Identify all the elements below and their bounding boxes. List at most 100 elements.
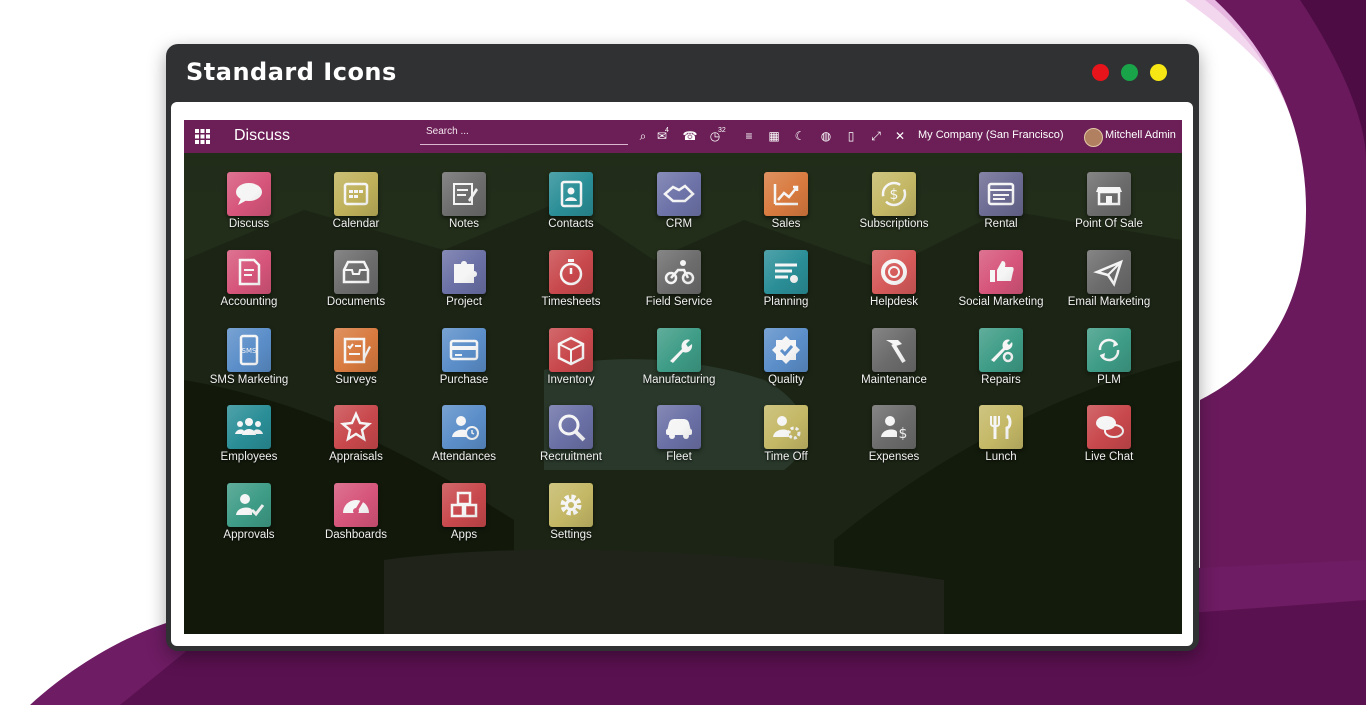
cycle-icon[interactable]	[1087, 328, 1131, 372]
close-icon[interactable]: ✕	[892, 128, 908, 144]
expand-icon[interactable]: ⤢	[868, 128, 884, 144]
app-tile-maintenance[interactable]: Maintenance	[839, 328, 949, 400]
app-tile-point-of-sale[interactable]: Point Of Sale	[1054, 172, 1164, 244]
magnifier-icon[interactable]	[549, 405, 593, 449]
minimize-dot[interactable]	[1121, 64, 1138, 81]
user-menu[interactable]: Mitchell Admin	[1105, 129, 1176, 141]
handshake-icon[interactable]	[657, 172, 701, 216]
invoice-icon[interactable]	[227, 250, 271, 294]
cutlery-icon[interactable]	[979, 405, 1023, 449]
user-gear-icon[interactable]	[764, 405, 808, 449]
chat-bubbles-icon[interactable]	[1087, 405, 1131, 449]
app-tile-purchase[interactable]: Purchase	[409, 328, 519, 400]
dark-mode-icon[interactable]: ☾	[792, 128, 808, 144]
app-tile-recruitment[interactable]: Recruitment	[516, 405, 626, 477]
wrench-icon[interactable]	[657, 328, 701, 372]
app-tile-sms-marketing[interactable]: SMS SMS Marketing	[194, 328, 304, 400]
app-tile-contacts[interactable]: Contacts	[516, 172, 626, 244]
planning-icon[interactable]	[764, 250, 808, 294]
user-check-icon[interactable]	[227, 483, 271, 527]
app-tile-documents[interactable]: Documents	[301, 250, 411, 322]
app-tile-calendar[interactable]: Calendar	[301, 172, 411, 244]
cubes-icon[interactable]	[442, 483, 486, 527]
app-tile-manufacturing[interactable]: Manufacturing	[624, 328, 734, 400]
app-tile-accounting[interactable]: Accounting	[194, 250, 304, 322]
app-tile-quality[interactable]: Quality	[731, 328, 841, 400]
bookmark-icon[interactable]: ▯	[843, 128, 859, 144]
app-tile-sales[interactable]: Sales	[731, 172, 841, 244]
puzzle-icon[interactable]	[442, 250, 486, 294]
app-tile-approvals[interactable]: Approvals	[194, 483, 304, 555]
app-tile-inventory[interactable]: Inventory	[516, 328, 626, 400]
sms-phone-icon[interactable]: SMS	[227, 328, 271, 372]
app-tile-timesheets[interactable]: Timesheets	[516, 250, 626, 322]
app-tile-social-marketing[interactable]: Social Marketing	[946, 250, 1056, 322]
app-tile-project[interactable]: Project	[409, 250, 519, 322]
app-tile-crm[interactable]: CRM	[624, 172, 734, 244]
thumbs-up-icon[interactable]	[979, 250, 1023, 294]
company-switcher[interactable]: My Company (San Francisco)	[918, 129, 1064, 141]
app-tile-plm[interactable]: PLM	[1054, 328, 1164, 400]
app-tile-apps[interactable]: Apps	[409, 483, 519, 555]
motorbike-icon[interactable]	[657, 250, 701, 294]
globe-icon[interactable]: ◍	[818, 128, 834, 144]
app-tile-discuss[interactable]: Discuss	[194, 172, 304, 244]
stopwatch-icon[interactable]	[549, 250, 593, 294]
user-clock-icon[interactable]	[442, 405, 486, 449]
app-tile-dashboards[interactable]: Dashboards	[301, 483, 411, 555]
app-tile-attendances[interactable]: Attendances	[409, 405, 519, 477]
app-tile-live-chat[interactable]: Live Chat	[1054, 405, 1164, 477]
app-tile-repairs[interactable]: Repairs	[946, 328, 1056, 400]
app-tile-settings[interactable]: Settings	[516, 483, 626, 555]
app-tile-employees[interactable]: Employees	[194, 405, 304, 477]
app-tile-surveys[interactable]: Surveys	[301, 328, 411, 400]
app-tile-fleet[interactable]: Fleet	[624, 405, 734, 477]
avatar[interactable]	[1084, 128, 1103, 147]
chat-icon[interactable]: ✉ 4	[654, 127, 670, 144]
survey-icon[interactable]	[334, 328, 378, 372]
app-tile-rental[interactable]: Rental	[946, 172, 1056, 244]
box-icon[interactable]	[549, 328, 593, 372]
app-menu-icon[interactable]	[195, 129, 210, 144]
phone-icon[interactable]: ☎	[682, 128, 698, 144]
search-icon[interactable]: ⌕	[635, 128, 651, 144]
app-tile-field-service[interactable]: Field Service	[624, 250, 734, 322]
app-tile-time-off[interactable]: Time Off	[731, 405, 841, 477]
app-tile-appraisals[interactable]: Appraisals	[301, 405, 411, 477]
current-app-name[interactable]: Discuss	[234, 127, 290, 145]
address-book-icon[interactable]	[549, 172, 593, 216]
app-tile-lunch[interactable]: Lunch	[946, 405, 1056, 477]
app-tile-helpdesk[interactable]: Helpdesk	[839, 250, 949, 322]
chart-up-icon[interactable]	[764, 172, 808, 216]
car-icon[interactable]	[657, 405, 701, 449]
app-tile-planning[interactable]: Planning	[731, 250, 841, 322]
chat-bubble-icon[interactable]	[227, 172, 271, 216]
notes-icon[interactable]	[442, 172, 486, 216]
dollar-cycle-icon[interactable]: $	[872, 172, 916, 216]
lifebuoy-icon[interactable]	[872, 250, 916, 294]
list-icon[interactable]: ≡	[741, 128, 757, 144]
app-tile-expenses[interactable]: $ Expenses	[839, 405, 949, 477]
app-tile-notes[interactable]: Notes	[409, 172, 519, 244]
search-input[interactable]: Search ...	[420, 124, 628, 145]
app-tile-subscriptions[interactable]: $ Subscriptions	[839, 172, 949, 244]
maximize-dot[interactable]	[1150, 64, 1167, 81]
paper-plane-icon[interactable]	[1087, 250, 1131, 294]
calendar-icon[interactable]	[334, 172, 378, 216]
app-tile-email-marketing[interactable]: Email Marketing	[1054, 250, 1164, 322]
star-icon[interactable]	[334, 405, 378, 449]
credit-card-icon[interactable]	[442, 328, 486, 372]
gear-icon[interactable]	[549, 483, 593, 527]
hammer-icon[interactable]	[872, 328, 916, 372]
gauge-icon[interactable]	[334, 483, 378, 527]
calculator-icon[interactable]: ▦	[766, 128, 782, 144]
user-dollar-icon[interactable]: $	[872, 405, 916, 449]
rental-icon[interactable]	[979, 172, 1023, 216]
close-dot[interactable]	[1092, 64, 1109, 81]
inbox-icon[interactable]	[334, 250, 378, 294]
repair-tools-icon[interactable]	[979, 328, 1023, 372]
store-icon[interactable]	[1087, 172, 1131, 216]
quality-badge-icon[interactable]	[764, 328, 808, 372]
people-icon[interactable]	[227, 405, 271, 449]
activity-icon[interactable]: ◷ 32	[707, 127, 726, 144]
